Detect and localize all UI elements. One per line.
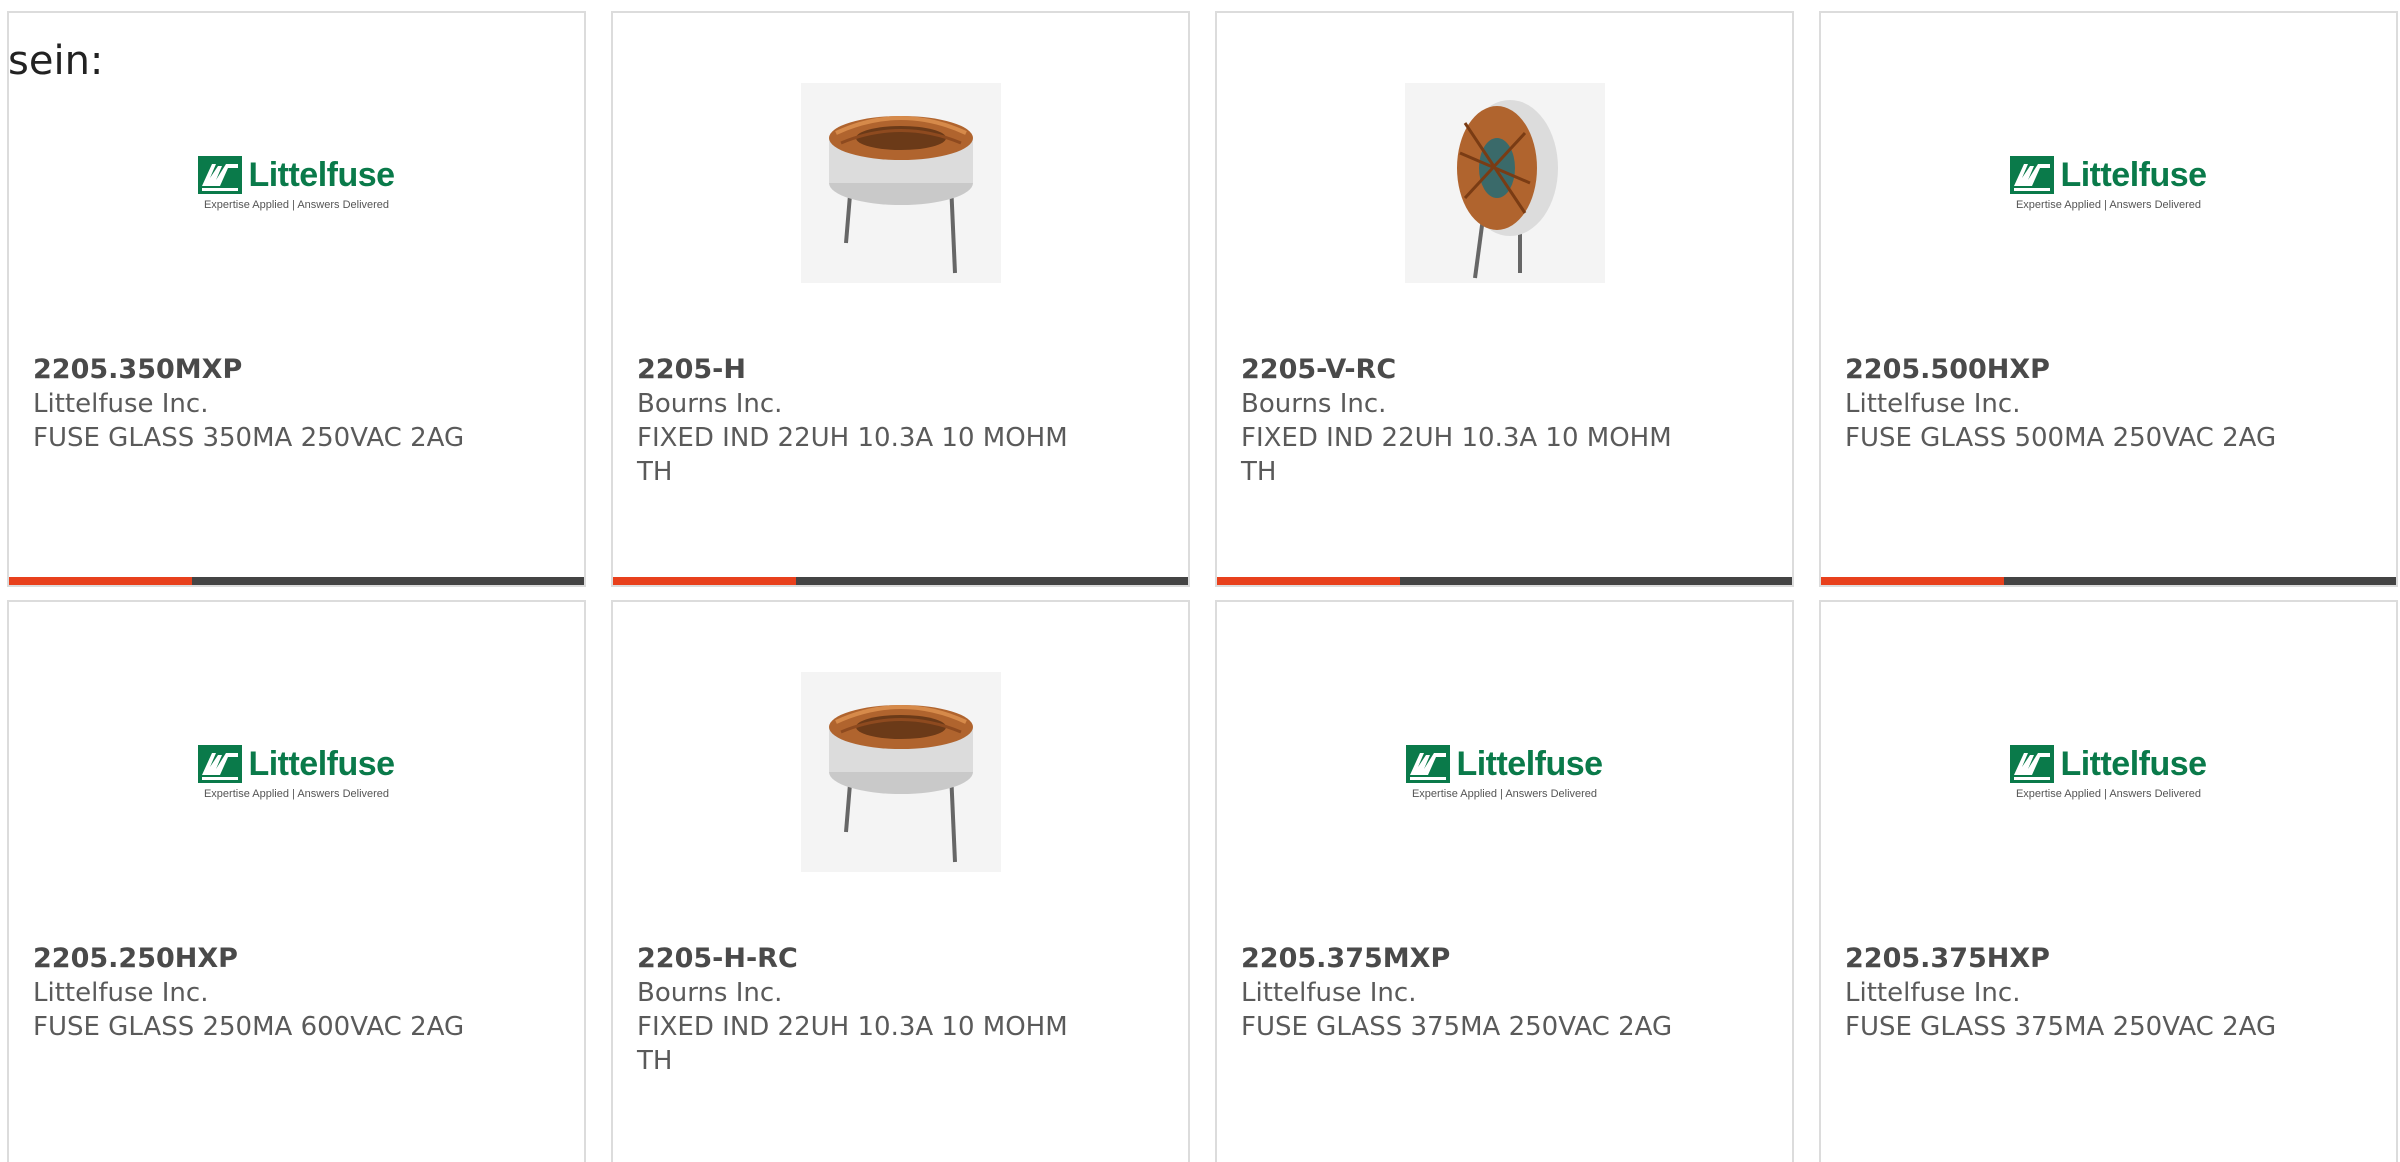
description: FIXED IND 22UH 10.3A 10 MOHM TH bbox=[1241, 423, 1672, 487]
product-card[interactable]: Littelfuse Expertise Applied | Answers D… bbox=[7, 600, 586, 1162]
product-info: 2205-V-RC Bourns Inc. FIXED IND 22UH 10.… bbox=[1241, 353, 1681, 489]
product-image[interactable]: Littelfuse Expertise Applied | Answers D… bbox=[1821, 73, 2396, 293]
card-bottom-bar bbox=[9, 577, 584, 585]
littelfuse-logo-icon bbox=[198, 745, 243, 783]
description: FUSE GLASS 250MA 600VAC 2AG bbox=[33, 1012, 465, 1042]
logo-tagline: Expertise Applied | Answers Delivered bbox=[2015, 198, 2202, 211]
card-bottom-bar bbox=[1821, 577, 2396, 585]
product-info: 2205-H-RC Bourns Inc. FIXED IND 22UH 10.… bbox=[637, 942, 1077, 1078]
product-grid-page: sein: Littelfuse Expertise Applied | Ans… bbox=[0, 0, 2400, 1162]
manufacturer: Littelfuse Inc. bbox=[33, 978, 209, 1008]
product-image[interactable]: Littelfuse Expertise Applied | Answers D… bbox=[9, 73, 584, 293]
product-info: 2205-H Bourns Inc. FIXED IND 22UH 10.3A … bbox=[637, 353, 1077, 489]
product-grid: Littelfuse Expertise Applied | Answers D… bbox=[0, 0, 2400, 1162]
littelfuse-logo: Littelfuse Expertise Applied | Answers D… bbox=[198, 744, 395, 800]
littelfuse-logo-icon bbox=[1406, 745, 1451, 783]
logo-tagline: Expertise Applied | Answers Delivered bbox=[203, 198, 390, 211]
product-image[interactable] bbox=[613, 662, 1188, 882]
product-card[interactable]: 2205-H-RC Bourns Inc. FIXED IND 22UH 10.… bbox=[611, 600, 1190, 1162]
part-number-link[interactable]: 2205.375MXP bbox=[1241, 942, 1681, 976]
product-image[interactable] bbox=[613, 73, 1188, 293]
description: FIXED IND 22UH 10.3A 10 MOHM TH bbox=[637, 423, 1068, 487]
product-info: 2205.500HXP Littelfuse Inc. FUSE GLASS 5… bbox=[1845, 353, 2285, 455]
logo-wordmark: Littelfuse bbox=[1456, 744, 1603, 783]
part-number-link[interactable]: 2205-V-RC bbox=[1241, 353, 1681, 387]
horizontal-toroid-inductor-image bbox=[800, 83, 1001, 283]
part-number-link[interactable]: 2205.250HXP bbox=[33, 942, 473, 976]
manufacturer: Littelfuse Inc. bbox=[1845, 978, 2021, 1008]
card-accent-bar bbox=[1821, 577, 2004, 585]
product-card[interactable]: 2205-H Bourns Inc. FIXED IND 22UH 10.3A … bbox=[611, 11, 1190, 587]
product-info: 2205.350MXP Littelfuse Inc. FUSE GLASS 3… bbox=[33, 353, 473, 455]
product-image[interactable]: Littelfuse Expertise Applied | Answers D… bbox=[1217, 662, 1792, 882]
manufacturer: Littelfuse Inc. bbox=[1845, 389, 2021, 419]
logo-wordmark: Littelfuse bbox=[2060, 744, 2207, 783]
part-number-link[interactable]: 2205.350MXP bbox=[33, 353, 473, 387]
manufacturer: Littelfuse Inc. bbox=[1241, 978, 1417, 1008]
logo-wordmark: Littelfuse bbox=[248, 744, 395, 783]
manufacturer: Bourns Inc. bbox=[637, 389, 783, 419]
logo-wordmark: Littelfuse bbox=[248, 155, 395, 194]
logo-wordmark: Littelfuse bbox=[2060, 155, 2207, 194]
logo-tagline: Expertise Applied | Answers Delivered bbox=[1411, 787, 1598, 800]
manufacturer: Bourns Inc. bbox=[1241, 389, 1387, 419]
product-card[interactable]: Littelfuse Expertise Applied | Answers D… bbox=[1819, 600, 2398, 1162]
product-info: 2205.375MXP Littelfuse Inc. FUSE GLASS 3… bbox=[1241, 942, 1681, 1044]
product-image[interactable]: Littelfuse Expertise Applied | Answers D… bbox=[9, 662, 584, 882]
card-accent-bar bbox=[613, 577, 796, 585]
part-number-link[interactable]: 2205-H bbox=[637, 353, 1077, 387]
product-image[interactable] bbox=[1217, 73, 1792, 293]
part-number-link[interactable]: 2205.375HXP bbox=[1845, 942, 2285, 976]
card-bottom-bar bbox=[1217, 577, 1792, 585]
description: FIXED IND 22UH 10.3A 10 MOHM TH bbox=[637, 1012, 1068, 1076]
product-card[interactable]: Littelfuse Expertise Applied | Answers D… bbox=[7, 11, 586, 587]
logo-tagline: Expertise Applied | Answers Delivered bbox=[2015, 787, 2202, 800]
product-info: 2205.250HXP Littelfuse Inc. FUSE GLASS 2… bbox=[33, 942, 473, 1044]
intro-text: sein: bbox=[8, 38, 104, 84]
product-card[interactable]: Littelfuse Expertise Applied | Answers D… bbox=[1215, 600, 1794, 1162]
product-card[interactable]: Littelfuse Expertise Applied | Answers D… bbox=[1819, 11, 2398, 587]
horizontal-toroid-inductor-image bbox=[800, 672, 1001, 872]
littelfuse-logo-icon bbox=[198, 156, 243, 194]
littelfuse-logo-icon bbox=[2010, 745, 2055, 783]
part-number-link[interactable]: 2205-H-RC bbox=[637, 942, 1077, 976]
product-image[interactable]: Littelfuse Expertise Applied | Answers D… bbox=[1821, 662, 2396, 882]
part-number-link[interactable]: 2205.500HXP bbox=[1845, 353, 2285, 387]
logo-tagline: Expertise Applied | Answers Delivered bbox=[203, 787, 390, 800]
vertical-toroid-inductor-image bbox=[1404, 83, 1605, 283]
card-bottom-bar bbox=[613, 577, 1188, 585]
card-accent-bar bbox=[1217, 577, 1400, 585]
littelfuse-logo: Littelfuse Expertise Applied | Answers D… bbox=[1406, 744, 1603, 800]
manufacturer: Bourns Inc. bbox=[637, 978, 783, 1008]
card-accent-bar bbox=[9, 577, 192, 585]
description: FUSE GLASS 500MA 250VAC 2AG bbox=[1845, 423, 2277, 453]
littelfuse-logo: Littelfuse Expertise Applied | Answers D… bbox=[2010, 155, 2207, 211]
littelfuse-logo: Littelfuse Expertise Applied | Answers D… bbox=[198, 155, 395, 211]
manufacturer: Littelfuse Inc. bbox=[33, 389, 209, 419]
product-info: 2205.375HXP Littelfuse Inc. FUSE GLASS 3… bbox=[1845, 942, 2285, 1044]
description: FUSE GLASS 375MA 250VAC 2AG bbox=[1241, 1012, 1673, 1042]
littelfuse-logo: Littelfuse Expertise Applied | Answers D… bbox=[2010, 744, 2207, 800]
description: FUSE GLASS 350MA 250VAC 2AG bbox=[33, 423, 465, 453]
littelfuse-logo-icon bbox=[2010, 156, 2055, 194]
product-card[interactable]: 2205-V-RC Bourns Inc. FIXED IND 22UH 10.… bbox=[1215, 11, 1794, 587]
description: FUSE GLASS 375MA 250VAC 2AG bbox=[1845, 1012, 2277, 1042]
